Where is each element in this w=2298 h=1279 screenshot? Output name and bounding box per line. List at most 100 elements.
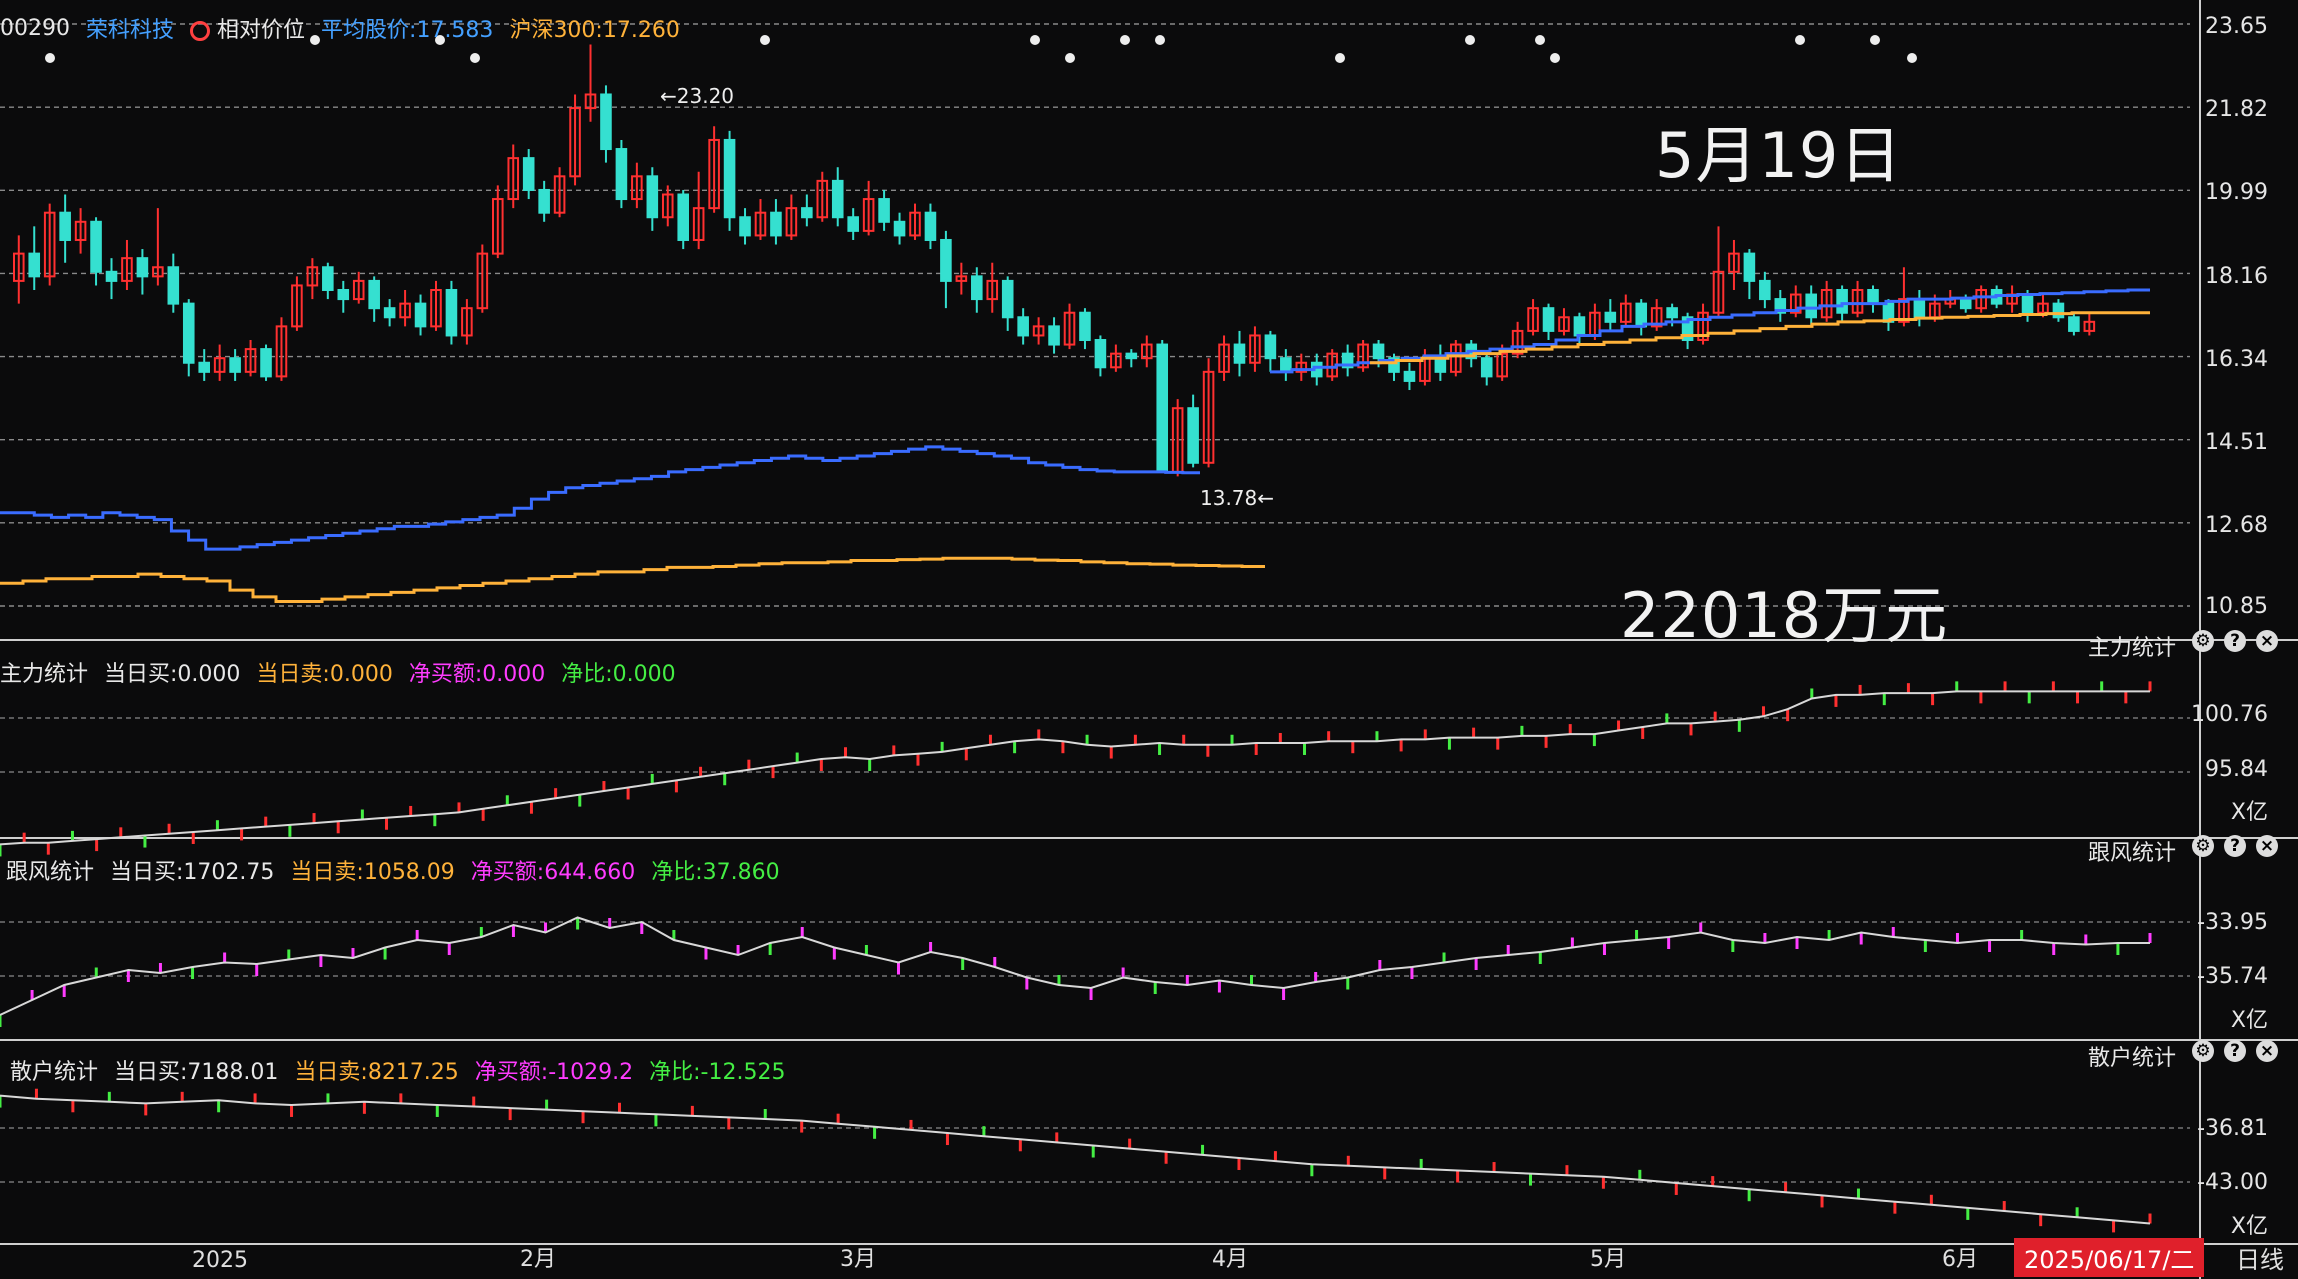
candle-body [1836,288,1848,314]
candle-body [1573,316,1586,337]
settings-icon[interactable]: ⚙ [2192,835,2214,857]
date-note: 5月19日 [1655,119,1903,192]
avg-price: 平均股价:17.583 [321,18,494,43]
candle-body [646,175,659,219]
event-dot [1907,53,1917,63]
panel-main-net: 净买额:0.000 [408,662,546,687]
event-dot [470,53,480,63]
close-icon[interactable]: × [2256,1040,2278,1062]
event-dot [1870,35,1880,45]
panel-retail-ratio: 净比:-12.525 [649,1060,786,1085]
panel-retail-buy: 当日买:7188.01 [114,1060,279,1085]
high-value: 23.20 [676,84,735,108]
settings-icon[interactable]: ⚙ [2192,1040,2214,1062]
candle-body [831,179,844,219]
price-tick: 16.34 [2205,347,2268,372]
month-label: 5月 [1590,1247,1626,1272]
index-value: 沪深300:17.260 [509,18,680,43]
main-force-line [0,690,2150,846]
candle-body [924,211,937,241]
event-dot [1795,35,1805,45]
candle-body [893,220,906,237]
panel-follow-corner-title: 跟风统计 [2087,841,2176,866]
candle-body [337,288,350,301]
panel-main-tick: 95.84 [2205,757,2268,782]
help-icon[interactable]: ? [2224,835,2246,857]
candle-body [182,302,195,364]
price-tick: 12.68 [2205,513,2268,538]
candle-body [1604,311,1617,323]
panel-main-ratio: 净比:0.000 [561,662,676,687]
panel-retail-title: 散户统计 [10,1060,99,1085]
candle-body [414,302,427,328]
panel-follow-ratio: 净比:37.860 [651,860,780,885]
candle-body [229,357,241,373]
candle-body [1280,357,1292,373]
panel-follow-header: 跟风统计 当日买:1702.75 当日卖:1058.09 净买额:644.660… [6,854,780,886]
event-dot [1030,35,1040,45]
month-label: 3月 [840,1247,876,1272]
event-dot [1120,35,1130,45]
candle-body [1913,298,1926,319]
close-icon[interactable]: × [2256,630,2278,652]
event-dot [1065,53,1075,63]
candle-body [1048,325,1060,346]
candle-body [1403,370,1416,382]
panel-retail-header: 散户统计 当日买:7188.01 当日卖:8217.25 净买额:-1029.2… [10,1054,785,1086]
price-tick: 19.99 [2205,180,2268,205]
low-annotation: 13.78← [1200,486,1275,510]
candle-body [322,266,334,291]
event-dot [760,35,770,45]
panel-retail-net: 净买额:-1029.2 [474,1060,634,1085]
price-tick: 21.82 [2205,97,2268,122]
amount-note: 22018万元 [1620,579,1949,652]
panel-retail-sell: 当日卖:8217.25 [294,1060,459,1085]
price-tick: 18.16 [2205,264,2268,289]
candle-body [847,216,859,232]
panel-follow-sell: 当日卖:1058.09 [290,860,455,885]
candle-body [1017,316,1029,337]
blue-cost-line [0,445,1200,551]
candle-body [1666,307,1678,319]
candle-body [28,252,41,278]
candle-body [90,220,102,273]
panel-follow-buy: 当日买:1702.75 [110,860,275,885]
candle-body [383,307,396,319]
candle-body [1094,339,1107,369]
candle-body [677,193,690,241]
panel-main-unit: X亿 [2230,800,2268,825]
candle-body [368,279,380,310]
current-date-box: 2025/06/17/二 [2014,1238,2205,1277]
help-icon[interactable]: ? [2224,1040,2246,1062]
relative-price-toggle[interactable]: 相对价位 [190,12,305,44]
event-dot [1335,53,1345,63]
stock-name: 荣科科技 [86,18,175,43]
candle-body [1233,343,1246,364]
candle-body [1805,293,1817,319]
candle-body [1372,343,1385,360]
price-tick: 14.51 [2205,430,2268,455]
close-icon[interactable]: × [2256,835,2278,857]
month-label: 4月 [1212,1247,1248,1272]
candle-body [723,138,736,219]
price-tick: 10.85 [2205,594,2268,619]
candle-body [2021,293,2034,314]
panel-follow-tick: -33.95 [2197,910,2268,935]
candle-body [522,157,535,191]
event-dot [1550,53,1560,63]
candle-body [1434,357,1447,373]
radio-icon [190,21,211,41]
candle-body [770,211,782,237]
period-selector[interactable]: 日线 [2236,1240,2284,1275]
help-icon[interactable]: ? [2224,630,2246,652]
candle-body [105,270,118,282]
panel-follow-net: 净买额:644.660 [470,860,636,885]
panel-main-header: 主力统计 当日买:0.000 当日卖:0.000 净买额:0.000 净比:0.… [0,656,676,688]
panel-retail-tick: -36.81 [2197,1116,2268,1141]
candle-body [1079,311,1091,342]
panel-main-sell: 当日卖:0.000 [256,662,393,687]
stock-code: 00290 [0,15,70,41]
settings-icon[interactable]: ⚙ [2192,630,2214,652]
price-tick: 23.65 [2205,14,2268,39]
panel-main-corner-title: 主力统计 [2087,636,2176,661]
